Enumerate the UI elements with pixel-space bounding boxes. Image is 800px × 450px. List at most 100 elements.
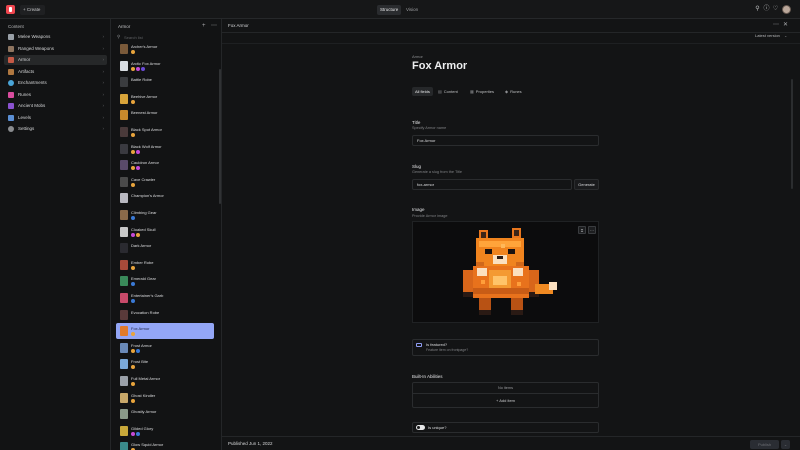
- sidebar-item-armor[interactable]: Armor ›: [4, 55, 107, 65]
- tab-properties[interactable]: ▦ Properties: [467, 87, 497, 96]
- artifact-icon: [8, 69, 14, 75]
- armor-thumbnail: [120, 359, 128, 370]
- armor-thumbnail: [120, 276, 128, 287]
- list-item[interactable]: Gilded Glory: [116, 423, 214, 439]
- list-item[interactable]: Cloaked Skull: [116, 224, 214, 240]
- armor-thumbnail: [120, 44, 128, 54]
- sidebar-item-settings[interactable]: Settings ›: [4, 124, 107, 134]
- list-item[interactable]: Battle Robe: [116, 74, 214, 90]
- list-item[interactable]: Emerald Gear: [116, 273, 214, 289]
- armor-thumbnail: [120, 160, 128, 171]
- document-type: Armor: [412, 54, 423, 59]
- list-item-title: Climbing Gear: [131, 210, 157, 215]
- sidebar-item-enchantments[interactable]: Enchantments ›: [4, 78, 107, 88]
- help-icon[interactable]: ⓘ: [763, 6, 770, 13]
- scrollbar[interactable]: [219, 69, 221, 204]
- sidebar-item-ancient-mobs[interactable]: Ancient Mobs ›: [4, 101, 107, 111]
- sidebar-item-label: Armor: [18, 57, 31, 62]
- publish-button[interactable]: Publish: [750, 440, 779, 449]
- list-item[interactable]: Black Wolf Armor: [116, 141, 214, 157]
- tab-all-fields[interactable]: All fields: [412, 87, 433, 96]
- sidebar-item-artifacts[interactable]: Artifacts ›: [4, 67, 107, 77]
- list-item[interactable]: Beenest Armor: [116, 107, 214, 123]
- badge-dot: [131, 282, 135, 287]
- image-preview[interactable]: ⌗ ⋯: [412, 221, 599, 323]
- list-item[interactable]: Evocation Robe: [116, 307, 214, 323]
- avatar[interactable]: [782, 5, 791, 14]
- armor-thumbnail: [120, 243, 128, 254]
- document-list-pane: Armor + ⋯ ⚲ Archer's Armor Arctic Fox Arm…: [111, 19, 222, 450]
- tab-vision[interactable]: Vision: [403, 5, 421, 15]
- tab-structure[interactable]: Structure: [377, 5, 402, 15]
- list-item[interactable]: Champion's Armor: [116, 190, 214, 206]
- list-item[interactable]: Cave Crawler: [116, 174, 214, 190]
- bell-icon[interactable]: ♡: [772, 6, 779, 13]
- chevron-down-icon[interactable]: ⌄: [784, 33, 787, 38]
- list-item-title: Gilded Glory: [131, 425, 154, 431]
- search-input[interactable]: [124, 33, 214, 41]
- search-icon[interactable]: ⚲: [754, 6, 761, 13]
- title-field[interactable]: Fox Armor: [412, 135, 599, 146]
- badge-dot: [131, 50, 135, 54]
- list-item[interactable]: Frost Bite: [116, 356, 214, 372]
- studio-logo[interactable]: [6, 5, 15, 14]
- publish-menu-button[interactable]: ⌄: [781, 440, 790, 449]
- list-item-title: Black Spot Armor: [131, 127, 162, 132]
- sidebar-item-label: Settings: [18, 126, 35, 131]
- featured-checkbox[interactable]: [416, 343, 422, 347]
- add-item-button[interactable]: + Add item: [413, 395, 598, 407]
- close-icon[interactable]: ✕: [783, 21, 788, 28]
- armor-thumbnail: [120, 293, 128, 303]
- version-selector[interactable]: Latest version: [755, 33, 780, 38]
- add-document-icon[interactable]: +: [202, 23, 206, 29]
- list-item-title: Arctic Fox Armor: [131, 60, 161, 66]
- list-item[interactable]: Beehive Armor: [116, 91, 214, 107]
- tab-content[interactable]: ▤ Content: [435, 87, 461, 96]
- sidebar-item-ranged-weapons[interactable]: Ranged Weapons ›: [4, 44, 107, 54]
- list-item[interactable]: Ghost Kindler: [116, 390, 214, 406]
- badge-dot: [136, 166, 140, 171]
- list-item[interactable]: Arctic Fox Armor: [116, 58, 214, 74]
- rarity-badges: [131, 149, 141, 154]
- scrollbar[interactable]: [791, 79, 793, 189]
- list-item[interactable]: Climbing Gear: [116, 207, 214, 223]
- chevron-right-icon: ›: [102, 69, 105, 74]
- slug-field-value: fox-armor: [417, 182, 435, 187]
- list-item[interactable]: Black Spot Armor: [116, 124, 214, 140]
- armor-thumbnail: [120, 143, 128, 154]
- list-item[interactable]: Glow Squid Armor: [116, 439, 214, 450]
- slug-field[interactable]: fox-armor: [412, 179, 572, 190]
- list-item[interactable]: Entertainer's Garb: [116, 290, 214, 306]
- sidebar-item-melee-weapons[interactable]: Melee Weapons ›: [4, 32, 107, 42]
- tab-runes[interactable]: ◆ Runes: [502, 87, 525, 96]
- sword-icon: [8, 34, 14, 40]
- badge-dot: [131, 232, 135, 237]
- list-item[interactable]: Frost Armor: [116, 340, 214, 356]
- levels-icon: [8, 115, 14, 121]
- more-options-icon[interactable]: ⋯: [211, 22, 217, 29]
- list-item-title: Ember Robe: [131, 259, 154, 265]
- list-item[interactable]: Full Metal Armor: [116, 373, 214, 389]
- list-item[interactable]: Fox Armor: [116, 323, 214, 340]
- more-options-icon[interactable]: ⋯: [773, 21, 779, 28]
- list-item[interactable]: Cauldron Armor: [116, 157, 214, 173]
- list-item[interactable]: Ember Robe: [116, 257, 214, 273]
- create-button[interactable]: + Create: [20, 5, 45, 15]
- armor-thumbnail: [120, 326, 128, 337]
- sidebar-item-levels[interactable]: Levels ›: [4, 113, 107, 123]
- generate-slug-button[interactable]: Generate: [574, 179, 599, 190]
- rarity-badges: [131, 382, 136, 386]
- featured-label: Is featured?: [426, 342, 448, 347]
- sidebar-item-runes[interactable]: Runes ›: [4, 90, 107, 100]
- unique-toggle[interactable]: [416, 425, 425, 430]
- rarity-badges: [131, 365, 136, 370]
- bow-icon: [8, 46, 14, 52]
- badge-dot: [131, 348, 135, 353]
- list-item[interactable]: Dark Armor: [116, 240, 214, 256]
- badge-dot: [131, 398, 135, 403]
- list-item[interactable]: Ghostly Armor: [116, 406, 214, 422]
- badge-dot: [131, 216, 135, 220]
- badge-dot: [136, 66, 140, 71]
- badge-dot: [131, 182, 135, 187]
- list-item[interactable]: Archer's Armor: [116, 41, 214, 57]
